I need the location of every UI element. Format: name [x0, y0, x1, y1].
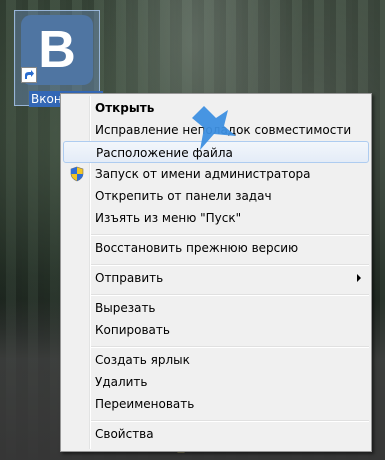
menu-item-label: Открепить от панели задач	[95, 189, 272, 203]
menu-item-label: Свойства	[95, 427, 154, 441]
menu-item-copy[interactable]: Копировать	[63, 319, 369, 341]
menu-item-run-as-admin[interactable]: Запуск от имени администратора	[63, 163, 369, 185]
menu-item-label: Запуск от имени администратора	[95, 167, 311, 181]
uac-shield-icon	[70, 166, 84, 182]
menu-item-label: Копировать	[95, 323, 170, 337]
menu-separator	[91, 234, 369, 236]
annotation-arrow-icon	[192, 106, 236, 150]
menu-separator	[91, 420, 369, 422]
menu-item-unpin-taskbar[interactable]: Открепить от панели задач	[63, 185, 369, 207]
menu-item-label: Восстановить прежнюю версию	[95, 241, 299, 255]
menu-separator	[91, 346, 369, 348]
menu-item-label: Переименовать	[95, 397, 195, 411]
menu-item-label: Отправить	[95, 271, 164, 285]
menu-item-properties[interactable]: Свойства	[63, 423, 369, 445]
menu-item-label: Изъять из меню "Пуск"	[95, 211, 242, 225]
desktop-shortcut-vkontakte[interactable]: B Вконтакте	[14, 10, 103, 107]
menu-item-delete[interactable]: Удалить	[63, 371, 369, 393]
menu-item-label: Удалить	[95, 375, 148, 389]
menu-separator	[91, 294, 369, 296]
menu-item-send-to[interactable]: Отправить	[63, 267, 369, 289]
menu-item-create-shortcut[interactable]: Создать ярлык	[63, 349, 369, 371]
menu-item-label: Открыть	[95, 101, 155, 115]
shortcut-arrow-icon	[21, 67, 37, 83]
submenu-arrow-icon	[357, 274, 361, 282]
menu-item-rename[interactable]: Переименовать	[63, 393, 369, 415]
menu-item-label: Вырезать	[95, 301, 156, 315]
menu-separator	[91, 264, 369, 266]
menu-item-restore-previous-version[interactable]: Восстановить прежнюю версию	[63, 237, 369, 259]
menu-item-remove-start-menu[interactable]: Изъять из меню "Пуск"	[63, 207, 369, 229]
menu-item-cut[interactable]: Вырезать	[63, 297, 369, 319]
menu-item-label: Создать ярлык	[95, 353, 190, 367]
